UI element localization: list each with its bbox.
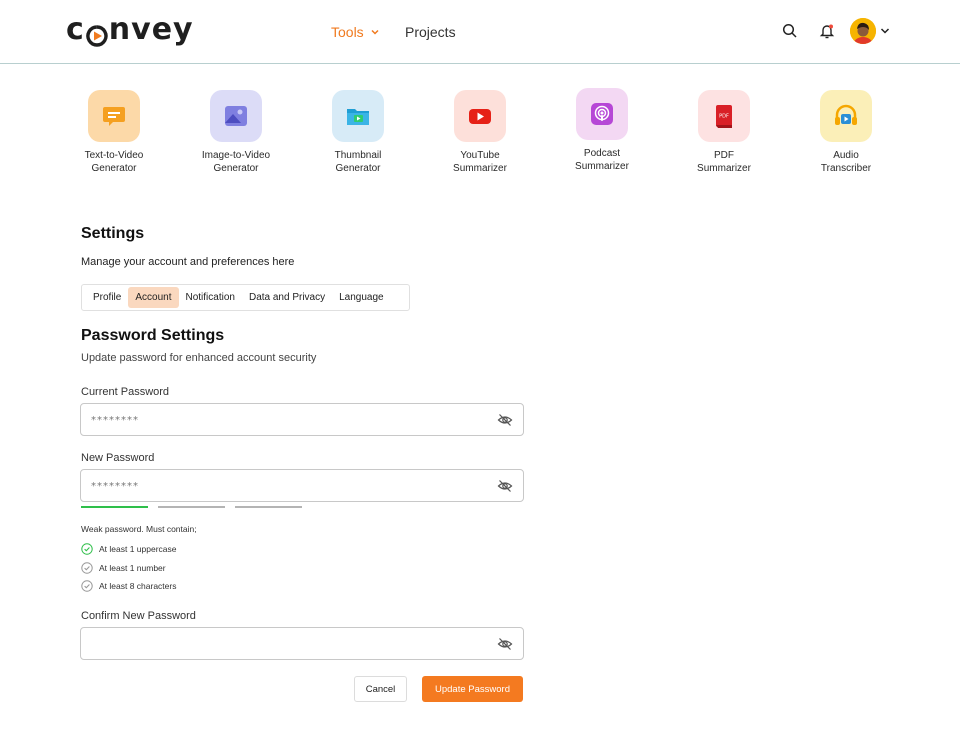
confirm-password-field bbox=[80, 627, 524, 660]
tool-label: Thumbnail Generator bbox=[334, 150, 382, 174]
tool-audio-transcriber[interactable]: Audio Transcriber bbox=[796, 90, 896, 175]
password-strength-message: Weak password. Must contain; bbox=[81, 524, 197, 534]
logo-letter-c: c bbox=[66, 12, 85, 47]
tool-label: YouTube Summarizer bbox=[453, 150, 507, 174]
search-icon[interactable] bbox=[781, 22, 799, 40]
bell-icon[interactable] bbox=[818, 22, 836, 40]
nav-projects-link[interactable]: Projects bbox=[405, 24, 456, 40]
check-circle-icon bbox=[81, 543, 93, 555]
tools-row: Text-to-Video Generator Image-to-Video Gen… bbox=[72, 88, 892, 190]
logo-play-icon bbox=[86, 20, 108, 47]
tool-label: PDF Summarizer bbox=[697, 150, 751, 174]
nav-tools-label: Tools bbox=[331, 24, 364, 40]
settings-title: Settings bbox=[81, 225, 145, 242]
rule-number: At least 1 number bbox=[81, 562, 166, 574]
thumbnail-folder-icon bbox=[332, 90, 384, 142]
tool-text-to-video[interactable]: Text-to-Video Generator bbox=[64, 90, 164, 175]
eye-off-icon[interactable] bbox=[497, 412, 513, 428]
tool-podcast-summarizer[interactable]: Podcast Summarizer bbox=[552, 88, 652, 173]
chevron-down-icon bbox=[371, 29, 379, 35]
current-password-input[interactable] bbox=[91, 412, 481, 428]
tool-youtube-summarizer[interactable]: YouTube Summarizer bbox=[430, 90, 530, 175]
tab-language[interactable]: Language bbox=[332, 287, 391, 308]
youtube-icon bbox=[454, 90, 506, 142]
logo-letters-nvey: nvey bbox=[108, 12, 194, 47]
new-password-field bbox=[80, 469, 524, 502]
rule-uppercase: At least 1 uppercase bbox=[81, 543, 177, 555]
podcast-icon bbox=[576, 88, 628, 140]
tool-label: Audio Transcriber bbox=[820, 150, 872, 174]
image-icon bbox=[210, 90, 262, 142]
cancel-button[interactable]: Cancel bbox=[354, 676, 407, 702]
rule-text: At least 8 characters bbox=[99, 581, 177, 591]
nav-tools-dropdown[interactable]: Tools bbox=[331, 24, 380, 40]
rule-text: At least 1 uppercase bbox=[99, 544, 177, 554]
new-password-input[interactable] bbox=[91, 478, 481, 494]
convey-logo[interactable]: c nvey bbox=[66, 12, 194, 47]
new-password-label: New Password bbox=[81, 452, 155, 464]
password-strength-segment bbox=[81, 506, 148, 508]
password-settings-subtitle: Update password for enhanced account sec… bbox=[81, 352, 317, 364]
tab-account[interactable]: Account bbox=[128, 287, 179, 308]
current-password-field bbox=[80, 403, 524, 436]
tab-notification[interactable]: Notification bbox=[179, 287, 242, 308]
settings-tabs: Profile Account Notification Data and Pr… bbox=[81, 284, 410, 311]
tool-label: Image-to-Video Generator bbox=[201, 150, 271, 174]
pdf-icon: PDF bbox=[698, 90, 750, 142]
current-password-label: Current Password bbox=[81, 386, 170, 398]
update-password-button[interactable]: Update Password bbox=[422, 676, 523, 702]
password-strength-segment bbox=[158, 506, 225, 508]
password-strength-segment bbox=[235, 506, 302, 508]
eye-off-icon[interactable] bbox=[497, 478, 513, 494]
check-circle-icon bbox=[81, 562, 93, 574]
tab-profile[interactable]: Profile bbox=[86, 287, 128, 308]
tool-image-to-video[interactable]: Image-to-Video Generator bbox=[186, 90, 286, 175]
confirm-password-input[interactable] bbox=[91, 636, 481, 652]
headphones-icon bbox=[820, 90, 872, 142]
tool-thumbnail-generator[interactable]: Thumbnail Generator bbox=[308, 90, 408, 175]
svg-text:PDF: PDF bbox=[719, 114, 729, 120]
check-circle-icon bbox=[81, 580, 93, 592]
tool-label: Text-to-Video Generator bbox=[84, 150, 144, 174]
tab-data-and-privacy[interactable]: Data and Privacy bbox=[242, 287, 332, 308]
top-header: c nvey Tools Projects bbox=[0, 0, 960, 64]
settings-subtitle: Manage your account and preferences here bbox=[81, 256, 295, 268]
password-settings-title: Password Settings bbox=[81, 327, 225, 344]
eye-off-icon[interactable] bbox=[497, 636, 513, 652]
avatar[interactable] bbox=[850, 18, 876, 44]
tool-label: Podcast Summarizer bbox=[575, 148, 629, 172]
profile-chevron-down-icon[interactable] bbox=[879, 24, 891, 36]
confirm-password-label: Confirm New Password bbox=[81, 610, 196, 622]
rule-text: At least 1 number bbox=[99, 563, 166, 573]
rule-length: At least 8 characters bbox=[81, 580, 176, 592]
tool-pdf-summarizer[interactable]: PDF PDF Summarizer bbox=[674, 90, 774, 175]
text-to-video-icon bbox=[88, 90, 140, 142]
